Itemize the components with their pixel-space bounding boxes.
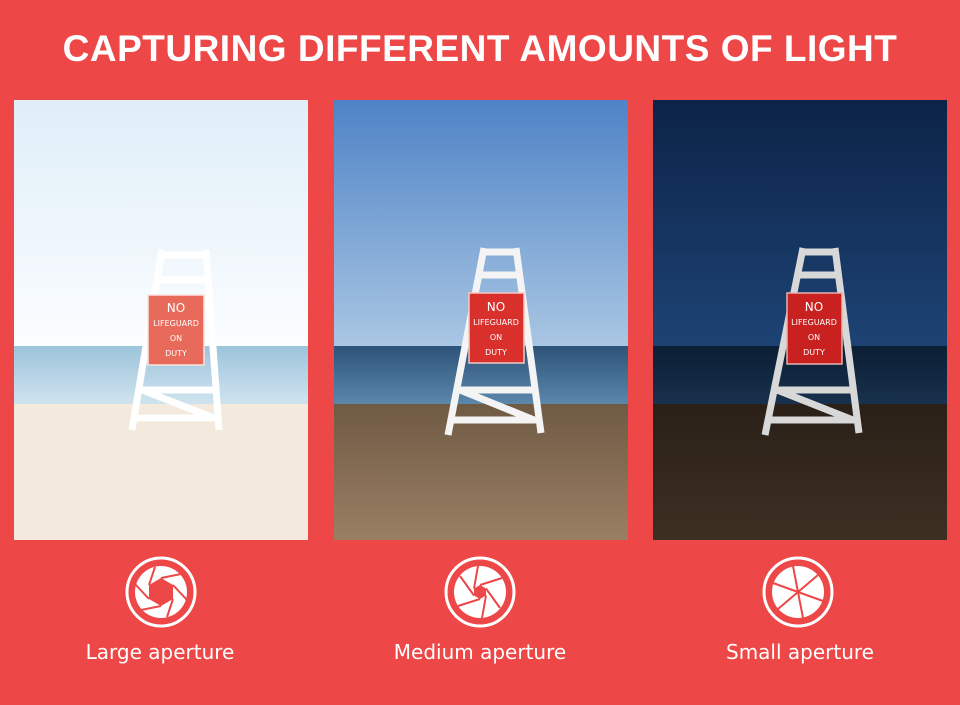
aperture-medium-icon <box>444 556 516 628</box>
aperture-wide-icon <box>125 556 197 628</box>
sign-text: ON <box>170 334 182 343</box>
photo-medium-aperture: NO LIFEGUARD ON DUTY <box>334 100 628 540</box>
page-title: CAPTURING DIFFERENT AMOUNTS OF LIGHT <box>62 28 898 69</box>
photo-large-aperture: NO LIFEGUARD ON DUTY <box>14 100 308 540</box>
sign-text: NO <box>487 300 505 314</box>
sign-text: DUTY <box>165 349 187 358</box>
aperture-small-icon <box>762 556 834 628</box>
label-large-aperture: Large aperture <box>85 640 235 664</box>
sign-text: ON <box>490 333 502 342</box>
label-small-aperture: Small aperture <box>726 640 874 664</box>
sign-text: NO <box>167 301 185 315</box>
sign-text: DUTY <box>803 348 825 357</box>
sign-text: LIFEGUARD <box>153 319 199 328</box>
photo-small-aperture: NO LIFEGUARD ON DUTY <box>653 100 947 540</box>
label-medium-aperture: Medium aperture <box>393 640 567 664</box>
sign-text: LIFEGUARD <box>791 318 837 327</box>
sign-text: DUTY <box>485 348 507 357</box>
sign-text: NO <box>805 300 823 314</box>
sign-text: ON <box>808 333 820 342</box>
sign-text: LIFEGUARD <box>473 318 519 327</box>
